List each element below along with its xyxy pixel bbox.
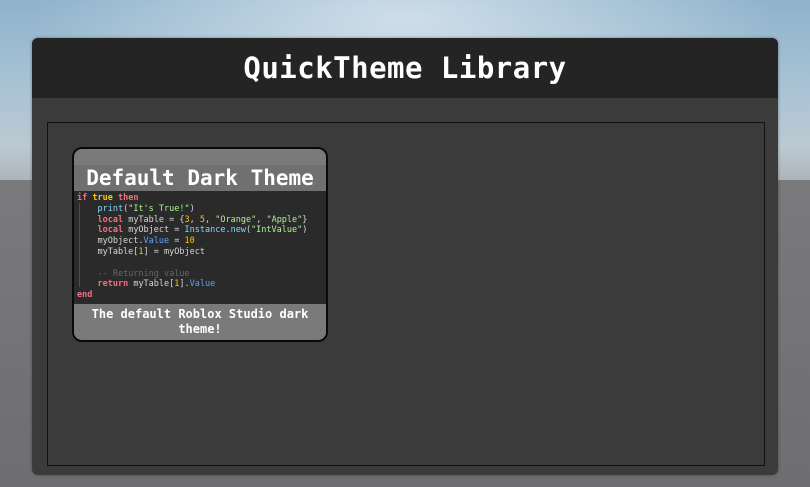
code-token: = — [169, 236, 185, 247]
theme-code-preview: if true then print("It's True!") local m… — [74, 191, 326, 304]
code-line: local myObject = Instance.new("IntValue"… — [77, 225, 307, 236]
code-token: local — [97, 225, 124, 236]
theme-list-panel: Default Dark Theme if true then print("I… — [47, 122, 765, 466]
code-token: new — [230, 225, 246, 236]
code-token: , — [256, 214, 267, 225]
code-token: Value — [143, 236, 170, 247]
code-line: if true then — [77, 193, 138, 204]
code-line: local myTable = {3, 5, "Orange", "Apple"… — [77, 215, 307, 226]
code-line: myTable[1] = myObject — [77, 247, 205, 258]
code-token: myTable[ — [77, 247, 139, 257]
code-token: myTable = { — [123, 214, 185, 225]
code-token: Value — [189, 279, 216, 290]
code-token: "Apple" — [266, 214, 303, 225]
code-line: return myTable[1].Value — [77, 279, 215, 290]
code-line: -- Returning value — [77, 268, 190, 280]
code-line: end — [77, 290, 92, 301]
code-token: myObject = — [123, 225, 185, 236]
code-token: end — [77, 290, 93, 301]
code-token: 10 — [184, 236, 195, 247]
code-token: if — [77, 193, 88, 203]
code-token: } — [302, 214, 308, 225]
code-line: print("It's True!") — [77, 203, 195, 215]
code-token: ] = myObject — [143, 247, 205, 257]
theme-card-description: The default Roblox Studio dark theme! — [74, 304, 326, 340]
code-token: Instance — [184, 225, 226, 236]
theme-card-default-dark[interactable]: Default Dark Theme if true then print("I… — [72, 147, 328, 342]
code-token: "It's True!" — [128, 203, 190, 214]
code-token: myTable[ — [128, 279, 175, 290]
window-title: QuickTheme Library — [243, 51, 567, 85]
code-token: print — [97, 203, 124, 214]
code-token: then — [117, 193, 139, 203]
code-token: -- Returning value — [97, 268, 190, 279]
code-token: ]. — [179, 279, 190, 290]
code-token: myObject. — [77, 236, 144, 247]
code-token: , — [205, 214, 216, 225]
title-bar: QuickTheme Library — [32, 38, 778, 98]
code-token: "IntValue" — [251, 225, 303, 236]
code-token: , — [189, 214, 200, 225]
theme-card-title: Default Dark Theme — [74, 165, 326, 191]
code-token: ) — [302, 225, 308, 236]
code-token: "Orange" — [215, 214, 257, 225]
code-token: ) — [189, 203, 195, 214]
code-line: myObject.Value = 10 — [77, 236, 195, 247]
code-token: true — [92, 193, 113, 203]
code-token: return — [97, 279, 129, 290]
quicktheme-library-window: QuickTheme Library Default Dark Theme if… — [32, 38, 778, 475]
code-token: local — [97, 214, 124, 225]
